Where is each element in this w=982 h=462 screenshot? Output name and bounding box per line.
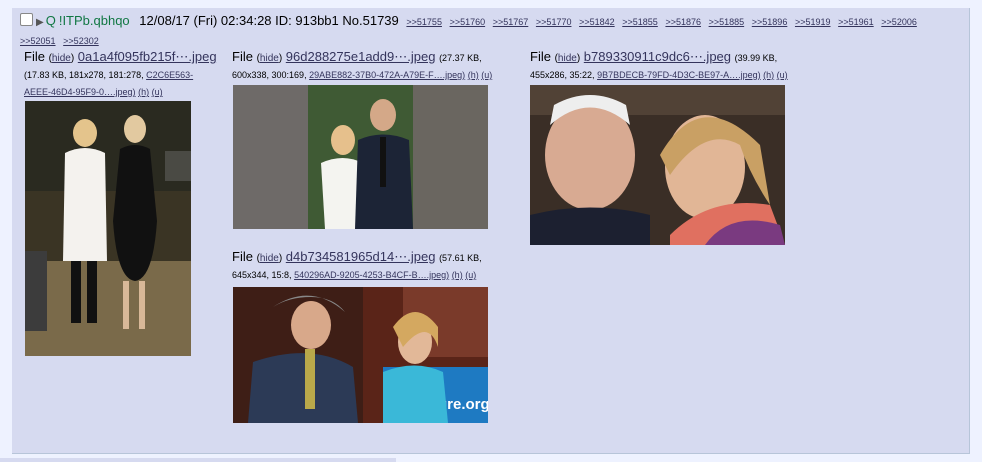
file-u-link[interactable]: (u)	[152, 87, 163, 97]
file-name-link[interactable]: 0a1a4f095fb215f⋯.jpeg	[78, 49, 217, 64]
file-name-link[interactable]: d4b734581965d14⋯.jpeg	[286, 249, 436, 264]
backlink[interactable]: >>51767	[493, 17, 529, 27]
post-container: ▶ Q !ITPb.qbhqo 12/08/17 (Fri) 02:34:28 ID…	[12, 8, 970, 454]
file-meta: (27.37 KB,	[439, 53, 482, 63]
file-h-link[interactable]: (h)	[452, 270, 463, 280]
backlink[interactable]: >>51760	[450, 17, 486, 27]
file-h-link[interactable]: (h)	[468, 70, 479, 80]
hide-link[interactable]: hide	[260, 253, 279, 264]
file-hash-link[interactable]: 9B7BDECB-79FD-4D3C-BE97-A….jpeg)	[597, 70, 761, 80]
file-hash-link[interactable]: C2C6E563-	[146, 70, 193, 80]
file-block: File (hide) 0a1a4f095fb215f⋯.jpeg (17.83…	[24, 49, 217, 97]
backlink[interactable]: >>52051	[20, 36, 56, 46]
file-u-link[interactable]: (u)	[481, 70, 492, 80]
file-block: File (hide) 96d288275e1add9⋯.jpeg (27.37…	[232, 49, 493, 80]
backlink[interactable]: >>51896	[752, 17, 788, 27]
file-u-link[interactable]: (u)	[465, 270, 476, 280]
file-meta: 645x344, 15:8,	[232, 270, 292, 280]
post-header: ▶ Q !ITPb.qbhqo 12/08/17 (Fri) 02:34:28 ID…	[20, 12, 965, 50]
file-h-link[interactable]: (h)	[763, 70, 774, 80]
post-checkbox[interactable]	[20, 13, 33, 26]
file-name-link[interactable]: b789330911c9dc6⋯.jpeg	[584, 49, 731, 64]
backlink[interactable]: >>52302	[63, 36, 99, 46]
file-name-link[interactable]: 96d288275e1add9⋯.jpeg	[286, 49, 436, 64]
file-meta: (39.99 KB,	[734, 53, 778, 63]
backlink[interactable]: >>51885	[709, 17, 745, 27]
file-hash-link[interactable]: AEEE-46D4-95F9-0….jpeg)	[24, 87, 136, 97]
file-meta: 455x286, 35:22,	[530, 70, 595, 80]
tripcode: !ITPb.qbhqo	[58, 13, 130, 28]
file-block: File (hide) d4b734581965d14⋯.jpeg (57.61…	[232, 249, 482, 280]
file-block: File (hide) b789330911c9dc6⋯.jpeg (39.99…	[530, 49, 788, 80]
hide-link[interactable]: hide	[558, 53, 577, 64]
thumbnail-image[interactable]	[233, 85, 488, 229]
file-label: File	[24, 49, 45, 64]
file-hash-link[interactable]: 540296AD-9205-4253-B4CF-B….jpeg)	[294, 270, 449, 280]
backlink[interactable]: >>51876	[665, 17, 701, 27]
file-label: File	[530, 49, 551, 64]
file-meta: 600x338, 300:169,	[232, 70, 307, 80]
file-label: File	[232, 249, 253, 264]
backlink[interactable]: >>51755	[406, 17, 442, 27]
file-hash-link[interactable]: 29ABE882-37B0-472A-A79E-F….jpeg)	[309, 70, 465, 80]
post-number[interactable]: No.51739	[342, 13, 398, 28]
backlink[interactable]: >>51961	[838, 17, 874, 27]
backlink[interactable]: >>51770	[536, 17, 572, 27]
thumbnail-image[interactable]	[530, 85, 785, 245]
backlink[interactable]: >>51855	[622, 17, 658, 27]
hide-link[interactable]: hide	[260, 53, 279, 64]
thumbnail-image[interactable]	[25, 101, 191, 356]
backlink[interactable]: >>51919	[795, 17, 831, 27]
post-datetime: 12/08/17 (Fri) 02:34:28	[139, 13, 272, 28]
hide-link[interactable]: hide	[52, 53, 71, 64]
poster-id[interactable]: ID: 913bb1	[275, 13, 339, 28]
expand-triangle-icon[interactable]: ▶	[36, 17, 44, 28]
backlink[interactable]: >>51842	[579, 17, 615, 27]
backlink[interactable]: >>52006	[881, 17, 917, 27]
poster-name: Q	[45, 13, 56, 28]
file-meta: (17.83 KB, 181x278, 181:278,	[24, 70, 144, 80]
file-u-link[interactable]: (u)	[777, 70, 788, 80]
divider	[0, 458, 396, 462]
thumbnail-image[interactable]: ure.org	[233, 287, 488, 423]
file-meta: (57.61 KB,	[439, 253, 482, 263]
file-h-link[interactable]: (h)	[138, 87, 149, 97]
file-label: File	[232, 49, 253, 64]
